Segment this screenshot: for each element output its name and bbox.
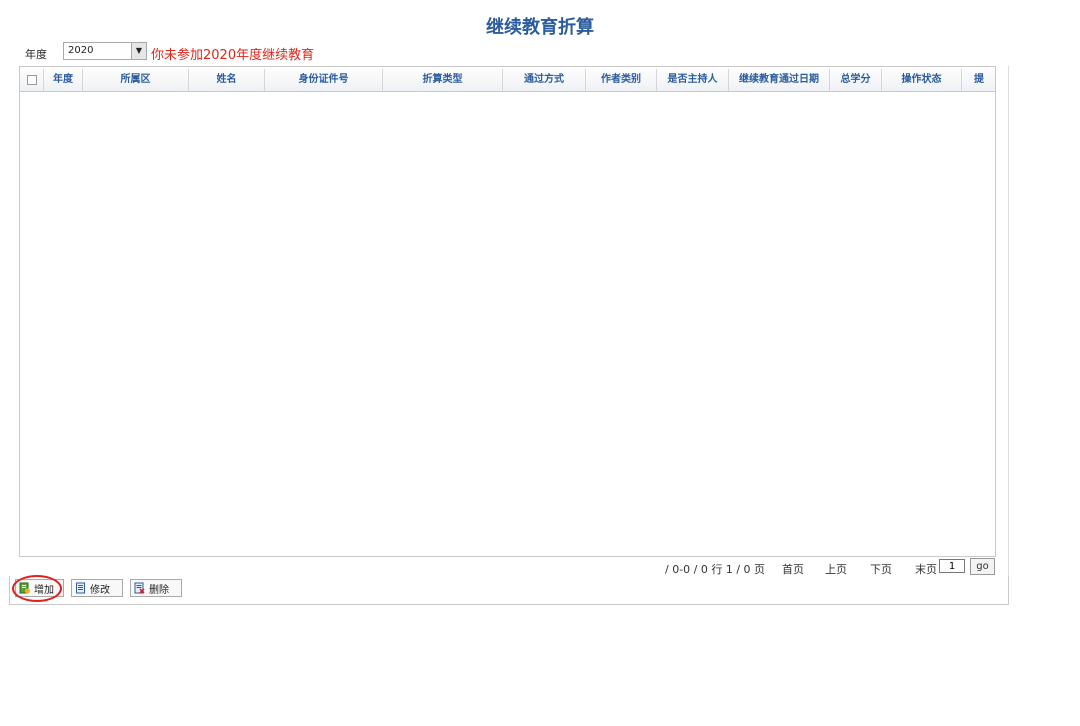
- year-select[interactable]: 2020 ▼: [63, 42, 147, 60]
- delete-button-label: 删除: [149, 584, 169, 596]
- panel-border: [1008, 66, 1009, 576]
- col-id-number[interactable]: 身份证件号: [265, 69, 383, 91]
- chevron-down-icon[interactable]: ▼: [131, 43, 146, 59]
- col-author-type[interactable]: 作者类别: [586, 69, 657, 91]
- page-title: 继续教育折算: [486, 17, 594, 38]
- pager-first-link[interactable]: 首页: [782, 561, 804, 577]
- delete-button[interactable]: 删除: [130, 579, 182, 597]
- pager-last-link[interactable]: 末页: [915, 561, 937, 577]
- col-pass-date[interactable]: 继续教育通过日期: [729, 69, 830, 91]
- pager-prev-link[interactable]: 上页: [825, 561, 847, 577]
- col-operation-status[interactable]: 操作状态: [882, 69, 962, 91]
- checkbox-icon[interactable]: [26, 75, 37, 85]
- data-grid: 年度 所属区 姓名 身份证件号 折算类型 通过方式 作者类别 是否主持人 继续教…: [19, 66, 996, 557]
- pager-page-input[interactable]: [939, 559, 965, 573]
- pager-next-link[interactable]: 下页: [870, 561, 892, 577]
- col-total-credits[interactable]: 总学分: [830, 69, 882, 91]
- pager: / 0-0 / 0 行 1 / 0 页 首页 上页 下页 末页 go: [19, 557, 996, 577]
- header-select-all[interactable]: [20, 69, 44, 91]
- col-year[interactable]: 年度: [44, 69, 83, 91]
- grid-header: 年度 所属区 姓名 身份证件号 折算类型 通过方式 作者类别 是否主持人 继续教…: [20, 69, 995, 92]
- pager-go-button[interactable]: go: [970, 558, 995, 575]
- col-name[interactable]: 姓名: [189, 69, 265, 91]
- pager-info: / 0-0 / 0 行 1 / 0 页: [665, 563, 766, 576]
- delete-document-icon: [134, 582, 145, 594]
- year-select-value: 2020: [68, 45, 94, 56]
- col-submit[interactable]: 提: [962, 69, 995, 91]
- edit-button-label: 修改: [90, 584, 110, 596]
- col-is-host[interactable]: 是否主持人: [657, 69, 729, 91]
- edit-document-icon: [76, 582, 85, 594]
- col-conversion-type[interactable]: 折算类型: [383, 69, 503, 91]
- col-district[interactable]: 所属区: [83, 69, 189, 91]
- toolbar: 增加 修改 删除: [9, 576, 1009, 605]
- add-button-highlight: [12, 575, 62, 602]
- year-label: 年度: [25, 48, 47, 61]
- col-pass-method[interactable]: 通过方式: [503, 69, 586, 91]
- participation-notice: 你未参加2020年度继续教育: [151, 48, 315, 63]
- edit-button[interactable]: 修改: [71, 579, 123, 597]
